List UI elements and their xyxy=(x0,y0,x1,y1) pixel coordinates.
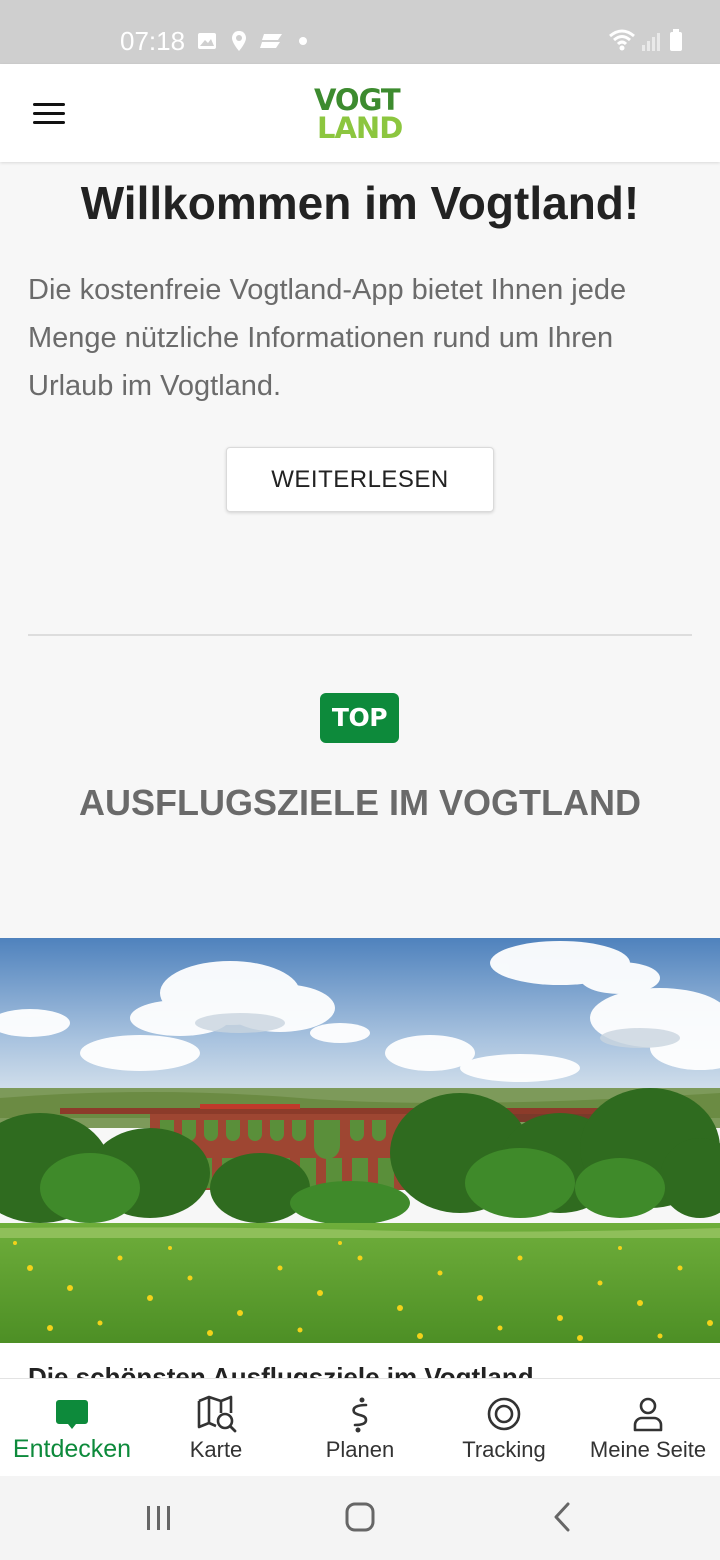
status-bar: 07:18 xyxy=(0,0,720,64)
logo-line-bottom: LAND xyxy=(317,111,403,145)
hero-illustration xyxy=(0,938,720,1343)
home-icon[interactable] xyxy=(335,1496,385,1540)
app-header: VOGT LAND xyxy=(0,64,720,162)
nav-label-karte: Karte xyxy=(189,1437,243,1462)
welcome-title: Willkommen im Vogtland! xyxy=(80,177,640,229)
section-title: AUSFLUGSZIELE IM VOGTLAND xyxy=(79,782,641,823)
bottom-navigation: Entdecken Karte Planen Tracking Meine Se… xyxy=(0,1378,720,1477)
welcome-text: Die kostenfreie Vogtland-App bietet Ihne… xyxy=(28,274,627,402)
nav-item-entdecken[interactable]: Entdecken xyxy=(0,1379,144,1477)
chat-bubble-icon xyxy=(56,1400,88,1429)
location-icon xyxy=(232,31,246,51)
read-more-button[interactable]: WEITERLESEN xyxy=(226,447,494,512)
back-icon[interactable] xyxy=(538,1496,588,1540)
route-icon xyxy=(352,1397,368,1433)
nav-item-planen[interactable]: Planen xyxy=(288,1379,432,1477)
target-icon xyxy=(487,1397,521,1431)
section-divider xyxy=(28,634,692,636)
signal-icon xyxy=(642,33,660,51)
vogtland-logo: VOGT LAND xyxy=(314,84,406,144)
viaduct-landscape-image[interactable] xyxy=(0,938,720,1343)
nav-label-entdecken: Entdecken xyxy=(12,1435,132,1463)
recents-icon[interactable] xyxy=(134,1496,184,1540)
nav-item-meine-seite[interactable]: Meine Seite xyxy=(576,1379,720,1477)
top-badge: TOP xyxy=(320,693,399,743)
nav-label-planen: Planen xyxy=(325,1437,395,1462)
nav-item-tracking[interactable]: Tracking xyxy=(432,1379,576,1477)
dot-icon xyxy=(299,37,307,45)
system-navigation-bar xyxy=(0,1476,720,1560)
nav-label-tracking: Tracking xyxy=(462,1437,546,1462)
battery-icon xyxy=(670,29,682,51)
nav-label-meine-seite: Meine Seite xyxy=(589,1437,707,1462)
app-icon xyxy=(260,34,282,48)
wifi-icon xyxy=(609,29,635,51)
image-icon xyxy=(198,33,216,49)
nav-item-karte[interactable]: Karte xyxy=(144,1379,288,1477)
user-icon xyxy=(633,1397,663,1432)
hamburger-menu-icon[interactable] xyxy=(22,88,76,138)
card-info[interactable]: Die schönsten Ausflugsziele im Vogtland xyxy=(0,1343,720,1383)
map-search-icon xyxy=(197,1395,237,1433)
status-time: 07:18 xyxy=(120,26,186,56)
